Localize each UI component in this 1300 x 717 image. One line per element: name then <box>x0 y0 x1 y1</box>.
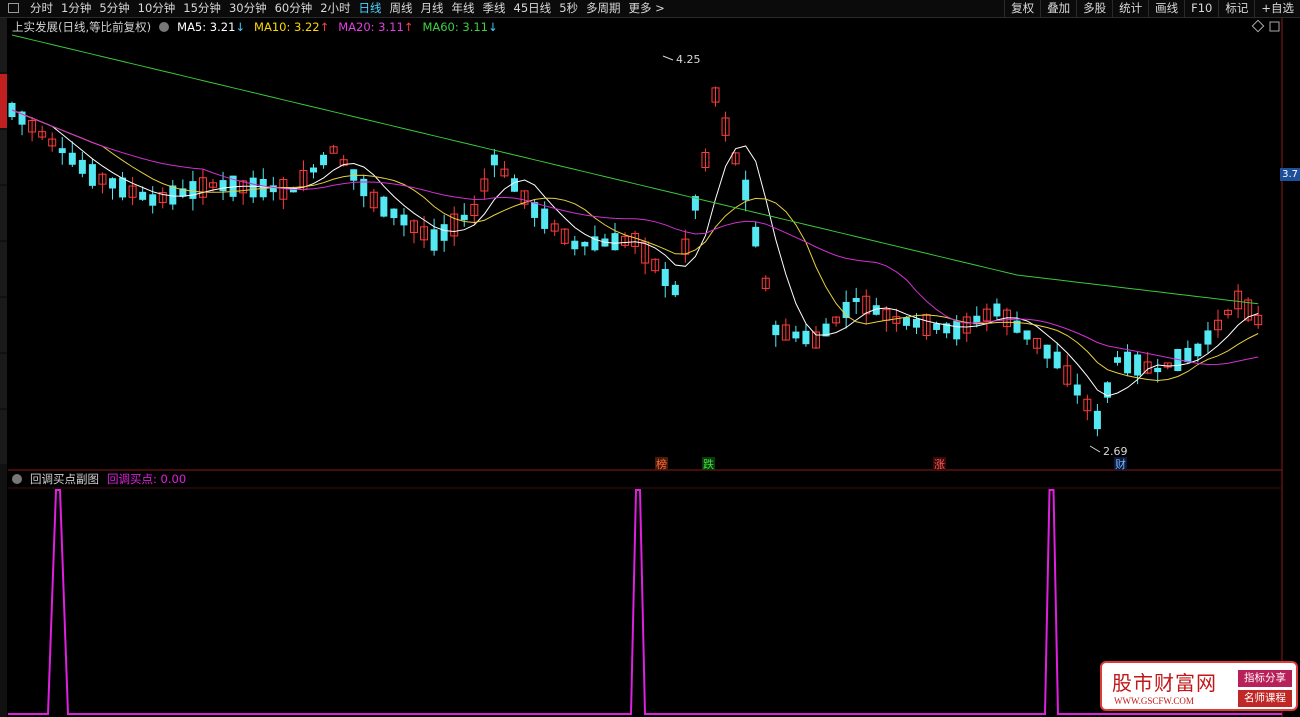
candle-down <box>852 297 860 303</box>
candle-down <box>219 180 227 192</box>
candle-down <box>1124 351 1132 374</box>
logo-title: 股市财富网 <box>1112 671 1217 695</box>
candle-down <box>802 330 810 345</box>
candle-down <box>1134 354 1142 376</box>
maximize-icon <box>1269 21 1280 32</box>
candle-down <box>78 159 86 174</box>
candle-down <box>88 164 96 186</box>
candle-down <box>913 319 920 328</box>
candle-down <box>58 148 66 154</box>
candle-down <box>581 241 589 247</box>
candle-down <box>1093 410 1101 430</box>
candle-down <box>189 181 197 199</box>
stock-title: 上实发展(日线,等比前复权) <box>12 20 152 34</box>
settings-dropdown-icon[interactable] <box>159 22 170 32</box>
event-marker-3: 财 <box>1115 457 1126 471</box>
candle-down <box>380 196 388 217</box>
candle-down <box>1053 351 1061 369</box>
high-pointer <box>662 55 674 61</box>
candle-down <box>119 177 127 198</box>
event-marker-0: 榜 <box>656 457 667 471</box>
candle-down <box>390 208 398 219</box>
candle-down <box>149 194 157 206</box>
candle-down <box>460 214 468 221</box>
candle-down <box>772 324 780 336</box>
candle-down <box>742 179 750 201</box>
site-logo: 股市财富网 WWW.GSCFW.COM 指标分享 名师课程 <box>1100 661 1298 711</box>
sub-chart-dropdown-icon[interactable] <box>12 474 22 484</box>
candle-down <box>671 284 679 296</box>
main-chart-header: 上实发展(日线,等比前复权) MA5: 3.21↓ MA10: 3.22↑ MA20… <box>12 19 498 35</box>
candle-down <box>902 317 910 326</box>
ma-arrow-2: ↑ <box>403 20 414 34</box>
ma-legend-2: MA20: 3.11↑ <box>338 20 414 34</box>
candle-down <box>541 208 549 229</box>
candle-down <box>109 178 116 189</box>
ma-legend-1: MA10: 3.22↑ <box>254 20 330 34</box>
event-marker-2: 涨 <box>934 458 945 471</box>
candle-down <box>249 177 257 198</box>
indicator-value: 回调买点: 0.00 <box>107 472 187 486</box>
candle-down <box>792 331 800 339</box>
kline-chart[interactable]: 4.25 2.69 榜 跌 涨 财 <box>0 0 1300 717</box>
logo-tag-indicators: 指标分享 <box>1238 670 1292 687</box>
candle-down <box>440 224 448 241</box>
candle-down <box>1194 343 1202 357</box>
candle-down <box>320 154 328 166</box>
price-axis-tag: 3.7 <box>1280 168 1300 181</box>
candle-down <box>531 202 539 218</box>
low-price-label: 2.69 <box>1103 445 1128 458</box>
candle-down <box>1184 347 1192 363</box>
candle-down <box>490 154 498 166</box>
candle-down <box>571 240 579 250</box>
candle-down <box>400 214 408 226</box>
candle-down <box>953 320 961 340</box>
indicator-line <box>8 489 1282 715</box>
ma-arrow-1: ↑ <box>319 20 330 34</box>
candle-down <box>269 185 277 193</box>
candle-down <box>661 268 669 287</box>
candle-down <box>933 323 941 330</box>
candle-down <box>752 226 760 247</box>
ma-legend-0: MA5: 3.21↓ <box>177 20 246 34</box>
candle-down <box>1204 330 1212 345</box>
ma-arrow-3: ↓ <box>488 20 498 34</box>
candle-down <box>1114 357 1121 363</box>
event-marker-1: 跌 <box>703 457 714 471</box>
candle-down <box>139 191 147 200</box>
ma-legend: MA5: 3.21↓ MA10: 3.22↑ MA20: 3.11↑ MA60: 3.… <box>177 20 498 34</box>
candle-down <box>1073 384 1081 396</box>
ma60-line <box>11 34 1259 305</box>
sub-chart-header: 回调买点副图 回调买点: 0.00 <box>12 472 186 486</box>
candle-down <box>68 152 76 165</box>
logo-tag-courses: 名师课程 <box>1238 690 1292 707</box>
candle-down <box>430 229 438 251</box>
ma-arrow-0: ↓ <box>235 20 246 34</box>
candle-down <box>511 178 518 192</box>
sub-chart-title: 回调买点副图 <box>30 472 99 486</box>
candle-down <box>1154 367 1162 373</box>
ma-legend-3: MA60: 3.11↓ <box>422 20 498 34</box>
low-pointer <box>1089 445 1101 453</box>
candle-down <box>1043 344 1051 359</box>
high-price-label: 4.25 <box>676 53 701 66</box>
candle-down <box>1023 330 1031 340</box>
candle-down <box>310 167 317 173</box>
diamond-icon <box>1251 19 1265 33</box>
candle-down <box>993 303 1001 317</box>
candle-down <box>611 233 619 251</box>
logo-url: WWW.GSCFW.COM <box>1114 696 1194 706</box>
